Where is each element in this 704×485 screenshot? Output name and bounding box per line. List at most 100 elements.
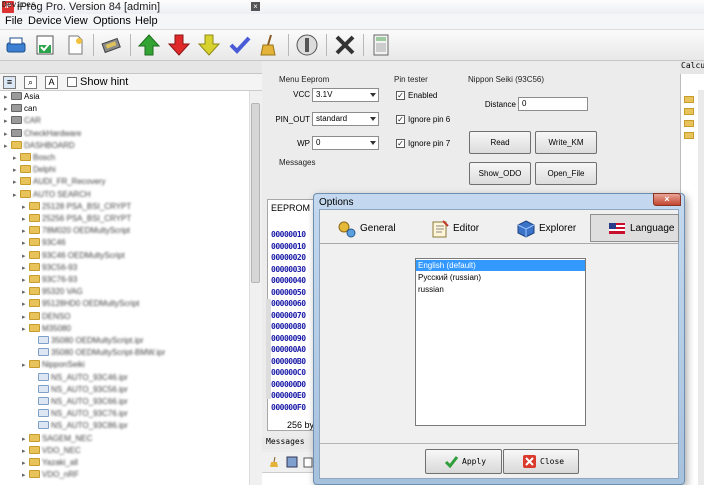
tree-item[interactable]: ▸ Delphi (13, 164, 56, 176)
expand-arrow-icon[interactable]: ▸ (22, 360, 29, 372)
show-hint-checkbox[interactable] (67, 77, 77, 87)
apply-button[interactable]: Apply (425, 449, 502, 474)
tree-item[interactable]: NS_AUTO_93C86.ipr (31, 420, 128, 432)
language-option[interactable]: English (default) (416, 260, 585, 271)
broom-icon[interactable] (268, 456, 280, 468)
enabled-checkbox[interactable]: ✓ (396, 91, 405, 100)
calculator-scrollbar[interactable] (698, 90, 704, 485)
calculator-icon[interactable] (369, 33, 393, 57)
sort-icon[interactable]: A (45, 76, 58, 89)
tree-item[interactable]: ▸ Asia (4, 91, 40, 103)
tree-item[interactable]: ▸ Yazaki_all (22, 457, 78, 469)
menu-view[interactable]: View (64, 15, 88, 27)
expand-arrow-icon[interactable]: ▸ (13, 153, 20, 165)
menu-help[interactable]: Help (135, 15, 158, 27)
tree-item[interactable]: ▸ CAR (4, 115, 41, 127)
expand-arrow-icon[interactable]: ▸ (13, 165, 20, 177)
tree-item[interactable]: ▸ 25128 PSA_BSI_CRYPT (22, 201, 131, 213)
wp-select[interactable]: 0 (312, 136, 379, 150)
tab-explorer[interactable]: Explorer (516, 215, 586, 242)
tab-language[interactable]: Language (607, 215, 679, 242)
menu-file[interactable]: File (5, 15, 23, 27)
read-button[interactable]: Read (469, 131, 531, 154)
tree-item[interactable]: ▸ M35080 (22, 323, 71, 335)
expand-arrow-icon[interactable]: ▸ (4, 104, 11, 116)
tree-item[interactable]: ▸ 93C46 OEDMultyScript (22, 250, 125, 262)
tree-item[interactable]: ▸ CheckHardware (4, 128, 81, 140)
menu-options[interactable]: Options (93, 15, 131, 27)
expand-arrow-icon[interactable]: ▸ (22, 238, 29, 250)
tree-item[interactable]: ▸ can (4, 103, 37, 115)
devices-close-icon[interactable]: × (251, 2, 260, 11)
tree-item[interactable]: ▸ AUDI_FR_Recovery (13, 176, 105, 188)
expand-arrow-icon[interactable]: ▸ (13, 190, 20, 202)
read-icon[interactable] (33, 33, 57, 57)
tree-item[interactable]: ▸ 95128HD0 OEDMultyScript (22, 298, 139, 310)
tree-item[interactable]: NS_AUTO_93C46.ipr (31, 372, 128, 384)
eeprom-scrollbar[interactable] (266, 299, 271, 399)
tree-item[interactable]: ▸ SAGEM_NEC (22, 433, 92, 445)
down-arrow-icon[interactable] (167, 33, 191, 57)
tree-item[interactable]: ▸ VDO_NEC (22, 445, 81, 457)
expand-arrow-icon[interactable]: ▸ (22, 214, 29, 226)
tree-item[interactable]: 35080 OEDMultyScript-BMW.ipr (31, 347, 165, 359)
device-tree[interactable]: ▸ Asia ▸ can ▸ CAR ▸ CheckHardware ▸ DASHBOARD ▸ Bo… (0, 91, 249, 485)
ignore-pin6-checkbox[interactable]: ✓ (396, 115, 405, 124)
tab-editor[interactable]: Editor (430, 215, 500, 242)
expand-arrow-icon[interactable]: ▸ (22, 202, 29, 214)
tree-item[interactable]: ▸ VDO_nRF (22, 469, 79, 481)
vcc-select[interactable]: 3.1V (312, 88, 379, 102)
tree-scrollbar-thumb[interactable] (251, 103, 260, 283)
expand-arrow-icon[interactable]: ▸ (4, 141, 11, 153)
search-icon[interactable]: ⌕ (24, 76, 37, 89)
expand-arrow-icon[interactable]: ▸ (4, 116, 11, 128)
connect-icon[interactable] (4, 33, 28, 57)
chip-icon[interactable] (99, 33, 123, 57)
show-odo-button[interactable]: Show_ODO (469, 162, 531, 185)
language-option[interactable]: russian (416, 284, 585, 295)
save-icon[interactable] (286, 456, 298, 468)
tree-item[interactable]: ▸ AUTO SEARCH (13, 189, 91, 201)
menu-device[interactable]: Device (28, 15, 62, 27)
yellow-down-arrow-icon[interactable] (197, 33, 221, 57)
expand-arrow-icon[interactable]: ▸ (22, 287, 29, 299)
expand-arrow-icon[interactable]: ▸ (22, 251, 29, 263)
ignore-pin7-checkbox[interactable]: ✓ (396, 139, 405, 148)
up-arrow-icon[interactable] (137, 33, 161, 57)
pinout-select[interactable]: standard (312, 112, 379, 126)
tree-item[interactable]: ▸ NipponSeiki (22, 359, 85, 371)
expand-arrow-icon[interactable]: ▸ (4, 92, 11, 104)
new-icon[interactable] (63, 33, 87, 57)
tree-item[interactable]: 35080 OEDMultyScript.ipr (31, 335, 143, 347)
check-icon[interactable] (228, 33, 252, 57)
close-icon[interactable] (333, 33, 357, 57)
expand-arrow-icon[interactable]: ▸ (22, 299, 29, 311)
expand-arrow-icon[interactable]: ▸ (4, 129, 11, 141)
expand-arrow-icon[interactable]: ▸ (22, 434, 29, 446)
expand-arrow-icon[interactable]: ▸ (22, 470, 29, 482)
tree-item[interactable]: ▸ 93C76-93 (22, 274, 77, 286)
tree-item[interactable]: ▸ 93C56-93 (22, 262, 77, 274)
tree-item[interactable]: NS_AUTO_93C66.ipr (31, 396, 128, 408)
stop-icon[interactable] (295, 33, 319, 57)
tree-item[interactable]: ▸ DASHBOARD (4, 140, 75, 152)
broom-icon[interactable] (257, 33, 281, 57)
tree-item[interactable]: NS_AUTO_93C76.ipr (31, 408, 128, 420)
tree-item[interactable]: NS_AUTO_93C56.ipr (31, 384, 128, 396)
expand-arrow-icon[interactable]: ▸ (22, 226, 29, 238)
tab-general[interactable]: General (337, 215, 407, 242)
expand-arrow-icon[interactable]: ▸ (22, 324, 29, 336)
close-button[interactable]: Close (503, 449, 579, 474)
tree-item[interactable]: ▸ DENSO (22, 311, 70, 323)
tree-item[interactable]: ▸ 93C46 (22, 237, 66, 249)
tree-item[interactable]: ▸ 95320 VAG (22, 286, 83, 298)
distance-input[interactable]: 0 (518, 97, 588, 111)
write-km-button[interactable]: Write_KM (535, 131, 597, 154)
tree-item[interactable]: ▸ 78M020 OEDMultyScript (22, 225, 130, 237)
dialog-close-icon[interactable]: × (653, 193, 681, 206)
tree-item[interactable]: ▸ 25256 PSA_BSI_CRYPT (22, 213, 131, 225)
expand-arrow-icon[interactable]: ▸ (13, 177, 20, 189)
tree-view-icon[interactable]: ≡ (3, 76, 16, 89)
tree-item[interactable]: ▸ Bosch (13, 152, 55, 164)
expand-arrow-icon[interactable]: ▸ (22, 312, 29, 324)
